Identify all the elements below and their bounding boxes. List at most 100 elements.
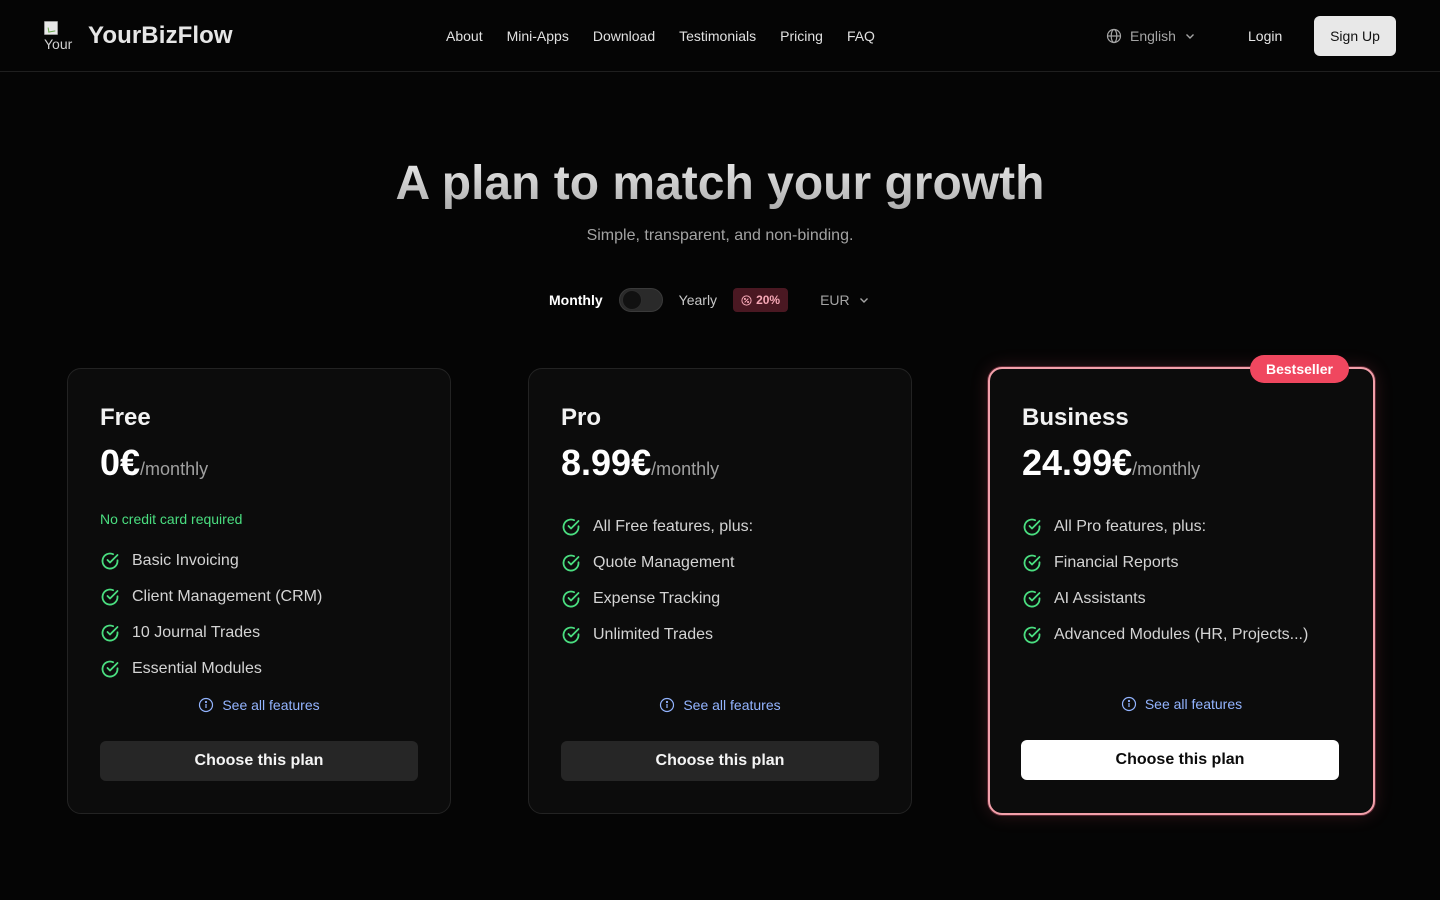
feature-label: Quote Management xyxy=(593,554,735,571)
choose-plan-button[interactable]: Choose this plan xyxy=(100,741,418,781)
nav-link-mini-apps[interactable]: Mini-Apps xyxy=(507,26,569,46)
yearly-label[interactable]: Yearly xyxy=(679,292,717,308)
feature-label: 10 Journal Trades xyxy=(132,624,261,641)
page-title: A plan to match your growth xyxy=(0,154,1440,214)
check-circle-icon xyxy=(101,660,119,678)
see-all-label: See all features xyxy=(222,697,320,713)
plan-name: Business xyxy=(1022,404,1129,431)
login-link[interactable]: Login xyxy=(1248,26,1282,46)
feature-item: AI Assistants xyxy=(1022,581,1341,617)
check-circle-icon xyxy=(1023,626,1041,644)
bestseller-badge: Bestseller xyxy=(1250,355,1349,383)
price-row: 0€ /monthly xyxy=(100,442,418,484)
plan-period: /monthly xyxy=(1132,459,1201,479)
nav-link-testimonials[interactable]: Testimonials xyxy=(679,26,756,46)
see-all-label: See all features xyxy=(683,697,781,713)
feature-list: Basic Invoicing Client Management (CRM) … xyxy=(100,543,418,687)
see-all-label: See all features xyxy=(1144,696,1243,712)
plan-price: 8.99€ xyxy=(561,442,652,483)
chevron-down-icon xyxy=(1185,34,1194,39)
feature-label: Essential Modules xyxy=(132,660,262,677)
check-circle-icon xyxy=(101,624,119,642)
plan-card-free: Free 0€ /monthly No credit card required… xyxy=(67,368,451,814)
feature-label: AI Assistants xyxy=(1054,590,1146,607)
plan-name: Pro xyxy=(561,404,602,431)
nav-link-download[interactable]: Download xyxy=(593,26,655,46)
feature-list: All Free features, plus: Quote Managemen… xyxy=(561,509,879,653)
signup-button[interactable]: Sign Up xyxy=(1314,16,1396,56)
currency-selector[interactable]: EUR xyxy=(820,292,870,308)
feature-label: Advanced Modules (HR, Projects...) xyxy=(1054,626,1309,643)
language-selector[interactable]: English xyxy=(1106,26,1196,46)
feature-label: Financial Reports xyxy=(1054,554,1179,571)
plan-period: /monthly xyxy=(651,459,720,479)
plan-price: 24.99€ xyxy=(1022,442,1133,483)
feature-label: All Free features, plus: xyxy=(593,518,754,535)
feature-label: Expense Tracking xyxy=(593,590,721,607)
check-circle-icon xyxy=(562,626,580,644)
toggle-knob xyxy=(621,290,642,310)
nav-link-pricing[interactable]: Pricing xyxy=(780,26,823,46)
check-circle-icon xyxy=(562,590,580,608)
plan-period: /monthly xyxy=(140,459,209,479)
currency-label: EUR xyxy=(820,292,850,308)
info-icon xyxy=(660,697,675,713)
logo-alt-text: Your xyxy=(44,36,73,52)
check-circle-icon xyxy=(1023,590,1041,608)
feature-item: Expense Tracking xyxy=(561,581,879,617)
brand-name: YourBizFlow xyxy=(88,22,233,49)
monthly-label[interactable]: Monthly xyxy=(549,292,603,308)
billing-period-toggle[interactable] xyxy=(618,288,663,312)
check-circle-icon xyxy=(562,554,580,572)
check-circle-icon xyxy=(1023,554,1041,572)
broken-image-icon xyxy=(44,21,58,35)
main-nav: About Mini-Apps Download Testimonials Pr… xyxy=(446,26,875,46)
feature-item: Essential Modules xyxy=(100,651,418,687)
feature-item: All Free features, plus: xyxy=(561,509,879,545)
price-row: 8.99€ /monthly xyxy=(561,442,879,484)
feature-item: Quote Management xyxy=(561,545,879,581)
chevron-down-icon xyxy=(859,298,868,303)
plan-price: 0€ xyxy=(100,442,141,483)
billing-controls: Monthly Yearly 20% EUR xyxy=(549,288,870,312)
info-icon xyxy=(199,697,214,713)
language-label: English xyxy=(1130,28,1176,44)
logo-image-broken: Your xyxy=(44,19,76,53)
feature-item: 10 Journal Trades xyxy=(100,615,418,651)
feature-item: Advanced Modules (HR, Projects...) xyxy=(1022,617,1341,653)
feature-item: Financial Reports xyxy=(1022,545,1341,581)
feature-list: All Pro features, plus: Financial Report… xyxy=(1022,509,1341,653)
feature-item: All Pro features, plus: xyxy=(1022,509,1341,545)
globe-icon xyxy=(1106,28,1122,44)
see-all-features-link[interactable]: See all features xyxy=(529,697,911,713)
feature-label: All Pro features, plus: xyxy=(1054,518,1207,535)
feature-item: Client Management (CRM) xyxy=(100,579,418,615)
check-circle-icon xyxy=(101,588,119,606)
feature-label: Client Management (CRM) xyxy=(132,588,323,605)
feature-label: Unlimited Trades xyxy=(593,626,714,643)
choose-plan-button[interactable]: Choose this plan xyxy=(561,741,879,781)
price-row: 24.99€ /monthly xyxy=(1022,442,1341,484)
choose-plan-button[interactable]: Choose this plan xyxy=(1021,740,1339,780)
check-circle-icon xyxy=(562,518,580,536)
brand[interactable]: Your YourBizFlow xyxy=(44,18,233,54)
no-credit-card-note: No credit card required xyxy=(100,511,243,527)
nav-link-about[interactable]: About xyxy=(446,26,483,46)
feature-item: Basic Invoicing xyxy=(100,543,418,579)
see-all-features-link[interactable]: See all features xyxy=(68,697,450,713)
discount-value: 20% xyxy=(756,293,781,307)
plan-card-business: Bestseller Business 24.99€ /monthly All … xyxy=(988,355,1375,815)
site-header: Your YourBizFlow About Mini-Apps Downloa… xyxy=(0,0,1440,72)
check-circle-icon xyxy=(1023,518,1041,536)
check-circle-icon xyxy=(101,552,119,570)
discount-tag-icon xyxy=(741,294,752,306)
discount-badge: 20% xyxy=(733,288,789,312)
feature-item: Unlimited Trades xyxy=(561,617,879,653)
nav-link-faq[interactable]: FAQ xyxy=(847,26,875,46)
plan-name: Free xyxy=(100,404,151,431)
page-subtitle: Simple, transparent, and non-binding. xyxy=(586,227,854,244)
see-all-features-link[interactable]: See all features xyxy=(990,696,1373,712)
plan-card-pro: Pro 8.99€ /monthly All Free features, pl… xyxy=(528,368,912,814)
feature-label: Basic Invoicing xyxy=(132,552,239,569)
info-icon xyxy=(1121,696,1136,712)
